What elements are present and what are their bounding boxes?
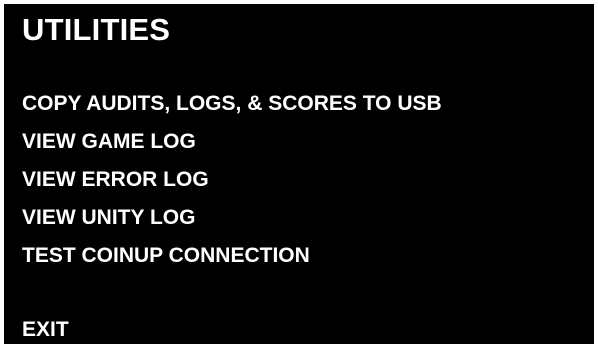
exit-menu-item[interactable]: EXIT (22, 316, 69, 344)
menu-item-view-unity-log[interactable]: VIEW UNITY LOG (22, 204, 442, 232)
utilities-screen: UTILITIES COPY AUDITS, LOGS, & SCORES TO… (4, 4, 594, 344)
menu-item-copy-to-usb[interactable]: COPY AUDITS, LOGS, & SCORES TO USB (22, 90, 442, 118)
page-title: UTILITIES (22, 12, 171, 47)
menu-item-test-coinup-connection[interactable]: TEST COINUP CONNECTION (22, 242, 442, 270)
menu-item-view-game-log[interactable]: VIEW GAME LOG (22, 128, 442, 156)
menu-item-view-error-log[interactable]: VIEW ERROR LOG (22, 166, 442, 194)
utilities-menu: COPY AUDITS, LOGS, & SCORES TO USB VIEW … (22, 90, 442, 280)
